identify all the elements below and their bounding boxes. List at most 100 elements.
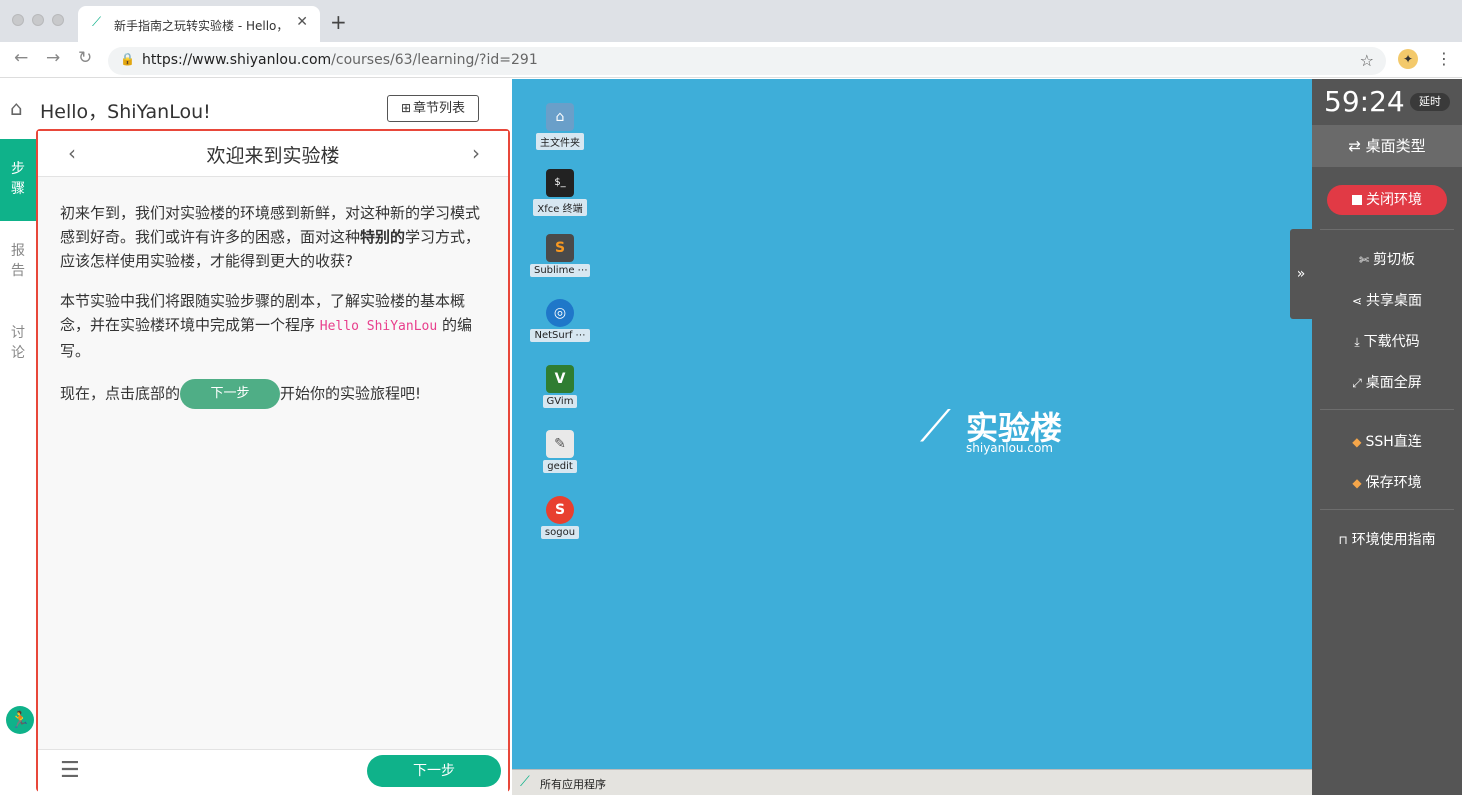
sublime-icon: S [546,234,574,262]
desktop-icon-label: gedit [543,460,577,473]
new-tab-button[interactable]: + [330,10,347,34]
close-environment-label: 关闭环境 [1366,192,1422,208]
desktop-icon-label: GVim [542,395,578,408]
folder-icon: ⌂ [546,103,574,131]
desktop-icon-terminal[interactable]: $_ Xfce 终端 [530,169,590,220]
swap-icon: ⇄ [1348,137,1366,155]
lesson-content: 初来乍到，我们对实验楼的环境感到新鲜，对这种新的学习模式感到好奇。我们或许有许多… [60,201,488,425]
tab-discussion-char-1: 讨 [11,325,25,341]
address-bar[interactable]: 🔒 https://www.shiyanlou.com/courses/63/l… [108,47,1386,75]
logo-mark-icon: ⟋ [920,401,951,452]
tab-report[interactable]: 报 告 [0,241,36,285]
paragraph-1: 初来乍到，我们对实验楼的环境感到新鲜，对这种新的学习模式感到好奇。我们或许有许多… [60,204,481,270]
tab-steps-char-1: 步 [11,161,25,177]
remote-desktop[interactable]: ⌂ 主文件夹 $_ Xfce 终端 S Sublime ⋯ ◎ NetSurf … [512,79,1312,795]
app-menu-label[interactable]: 所有应用程序 [540,776,606,792]
desktop-icon-sogou[interactable]: S sogou [530,496,590,543]
tab-steps[interactable]: 步 骤 [0,139,36,221]
download-icon: ⤓ [1354,335,1360,349]
desktop-type-label: 桌面类型 [1365,137,1426,155]
sogou-icon: S [546,496,574,524]
environment-guide-link[interactable]: ⊓ 环境使用指南 [1312,529,1462,549]
tab-steps-char-2: 骤 [11,181,25,197]
desktop-icon-label: 主文件夹 [536,133,584,150]
list-icon[interactable]: ☰ [60,758,80,783]
next-chapter-icon[interactable]: › [472,141,480,165]
lesson-footer: ☰ 下一步 [38,749,508,792]
desktop-icon-label: NetSurf ⋯ [530,329,590,342]
lock-icon: 🔒 [120,52,135,66]
running-person-icon[interactable]: 🏃 [6,706,34,734]
desktop-taskbar: ⟋ 所有应用程序 [512,769,1312,795]
share-desktop-button[interactable]: ⋖ 共享桌面 [1312,290,1462,310]
bookmark-icon: ⊓ [1338,533,1348,547]
desktop-icon-label: Sublime ⋯ [530,264,590,277]
url-host: https://www.shiyanlou.com [142,52,332,68]
app-menu-icon[interactable]: ⟋ [520,774,530,790]
vim-icon: V [546,365,574,393]
text-editor-icon: ✎ [546,430,574,458]
reload-icon[interactable]: ↻ [78,48,92,68]
divider [1320,509,1454,510]
download-code-button[interactable]: ⤓ 下载代码 [1312,331,1462,351]
lesson-header: ‹ 欢迎来到实验楼 › [38,131,508,177]
share-icon: ⋖ [1351,294,1363,308]
clipboard-button[interactable]: ✄ 剪切板 [1312,249,1462,269]
window-minimize-button[interactable] [32,14,44,26]
url-path: /courses/63/learning/?id=291 [331,52,538,68]
desktop-icon-gvim[interactable]: V GVim [530,365,590,412]
inline-next-button[interactable]: 下一步 [180,379,281,409]
browser-tab-strip: ⟋ 新手指南之玩转实验楼 - Hello， ✕ + [0,0,1462,42]
countdown-timer: 59:24 [1324,85,1405,118]
scissors-icon: ✄ [1358,253,1370,267]
divider [1320,229,1454,230]
tab-title: 新手指南之玩转实验楼 - Hello， [114,19,289,33]
forward-icon[interactable]: → [46,48,60,68]
chapter-list-button[interactable]: ⊞ 章节列表 [387,95,479,122]
desktop-icon-home-folder[interactable]: ⌂ 主文件夹 [530,103,590,154]
ssh-button[interactable]: ◆ SSH直连 [1312,431,1462,451]
browser-toolbar: ← → ↻ 🔒 https://www.shiyanlou.com/course… [0,42,1462,78]
tab-report-char-2: 告 [11,263,25,279]
terminal-icon: $_ [546,169,574,197]
extend-time-button[interactable]: 延时 [1410,93,1450,111]
chapter-list-label: 章节列表 [413,101,466,116]
bookmark-star-icon[interactable]: ☆ [1360,51,1374,70]
close-environment-button[interactable]: 关闭环境 [1327,185,1447,215]
site-favicon-icon: ⟋ [92,15,102,30]
greeting: Hello，ShiYanLou! [40,101,211,123]
save-environment-button[interactable]: ◆ 保存环境 [1312,472,1462,492]
back-icon[interactable]: ← [14,48,28,68]
tab-discussion[interactable]: 讨 论 [0,323,36,367]
next-step-button[interactable]: 下一步 [367,755,501,787]
paragraph-3: 现在，点击底部的 下一步 开始你的实验旅程吧! [60,379,488,409]
extension-icon[interactable]: ✦ [1398,49,1418,69]
fullscreen-button[interactable]: ⤢ 桌面全屏 [1312,372,1462,392]
desktop-type-button[interactable]: ⇄ 桌面类型 [1312,125,1462,167]
lesson-panel: ‹ 欢迎来到实验楼 › 初来乍到，我们对实验楼的环境感到新鲜，对这种新的学习模式… [36,129,510,792]
diamond-icon: ◆ [1352,435,1362,449]
home-icon[interactable]: ⌂ [10,96,23,120]
browser-tab[interactable]: ⟋ 新手指南之玩转实验楼 - Hello， ✕ [78,6,320,42]
paragraph-2: 本节实验中我们将跟随实验步骤的剧本，了解实验楼的基本概念，并在实验楼环境中完成第… [60,292,472,360]
stop-icon [1352,195,1362,205]
tab-close-icon[interactable]: ✕ [296,14,308,30]
desktop-icon-gedit[interactable]: ✎ gedit [530,430,590,477]
window-zoom-button[interactable] [52,14,64,26]
lesson-sidebar: ⌂ Hello，ShiYanLou! ⊞ 章节列表 步 骤 报 告 讨 论 🏃 ‹… [0,79,512,795]
desktop-icon-netsurf[interactable]: ◎ NetSurf ⋯ [530,299,590,346]
tab-discussion-char-2: 论 [11,345,25,361]
window-close-button[interactable] [12,14,24,26]
divider [1320,409,1454,410]
expand-icon: ⤢ [1352,376,1362,390]
desktop-icon-label: Xfce 终端 [533,199,587,216]
collapse-panel-toggle[interactable]: » [1290,229,1312,319]
lesson-title: 欢迎来到实验楼 [206,145,340,167]
desktop-icon-sublime[interactable]: S Sublime ⋯ [530,234,590,281]
globe-icon: ◎ [546,299,574,327]
environment-panel: 59:24 延时 ⇄ 桌面类型 关闭环境 ✄ 剪切板 ⋖ 共享桌面 ⤓ 下载代码 ⤢ 桌… [1312,79,1462,795]
logo-text-en: shiyanlou.com [966,441,1053,455]
tab-report-char-1: 报 [11,243,25,259]
desktop-icon-label: sogou [540,526,580,539]
browser-menu-icon[interactable]: ⋮ [1436,49,1452,68]
